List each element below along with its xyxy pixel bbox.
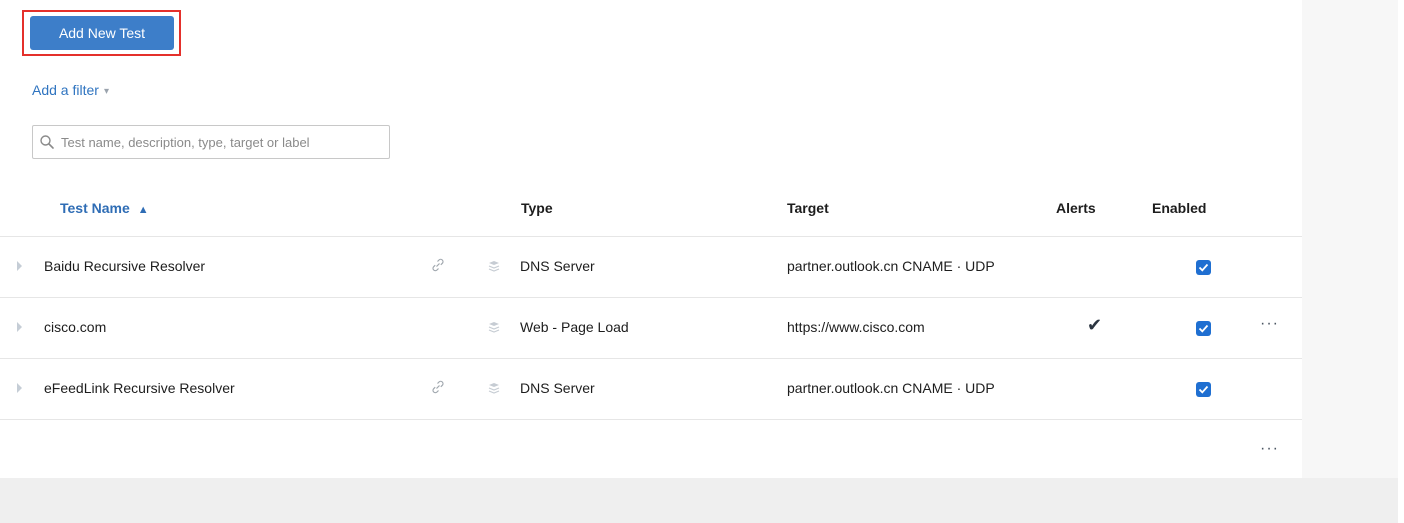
link-icon[interactable] [430, 379, 446, 395]
link-icon[interactable] [430, 257, 446, 273]
table-row[interactable]: Baidu Recursive Resolver DNS Server part… [0, 236, 1302, 296]
test-type: Web - Page Load [520, 319, 629, 335]
add-filter-link[interactable]: Add a filter ▾ [32, 82, 109, 98]
table-more-actions-icon[interactable]: ··· [1260, 440, 1279, 458]
column-header-type: Type [521, 200, 553, 216]
test-name: cisco.com [44, 319, 107, 335]
test-name: eFeedLink Recursive Resolver [44, 380, 235, 396]
enabled-checkbox[interactable] [1196, 260, 1211, 275]
search-box [32, 125, 390, 159]
test-target: partner.outlook.cn CNAME · UDP [787, 258, 995, 274]
column-header-test-name-label: Test Name [60, 200, 130, 216]
column-header-alerts: Alerts [1056, 200, 1096, 216]
expand-row-icon[interactable] [17, 261, 22, 271]
column-header-test-name[interactable]: Test Name ▲ [60, 200, 149, 216]
row-more-actions-icon[interactable]: ··· [1260, 315, 1279, 333]
table-row[interactable]: cisco.com Web - Page Load https://www.ci… [0, 297, 1302, 357]
layers-icon [488, 381, 500, 394]
chevron-down-icon: ▾ [103, 85, 109, 97]
layers-icon [488, 259, 500, 272]
column-header-target: Target [787, 200, 829, 216]
right-edge-strip [1398, 0, 1404, 523]
enabled-checkbox[interactable] [1196, 382, 1211, 397]
table-bottom-divider [0, 419, 1302, 420]
sort-ascending-icon: ▲ [137, 204, 149, 216]
layers-icon [488, 320, 500, 333]
column-header-enabled: Enabled [1152, 200, 1207, 216]
alerts-check-icon: ✔ [1087, 315, 1103, 335]
expand-row-icon[interactable] [17, 383, 22, 393]
test-type: DNS Server [520, 258, 595, 274]
table-row[interactable]: eFeedLink Recursive Resolver DNS Server … [0, 358, 1302, 418]
test-type: DNS Server [520, 380, 595, 396]
search-icon [39, 134, 55, 150]
add-new-test-button[interactable]: Add New Test [30, 16, 174, 50]
expand-row-icon[interactable] [17, 322, 22, 332]
search-input[interactable] [61, 126, 381, 158]
enabled-checkbox[interactable] [1196, 321, 1211, 336]
test-name: Baidu Recursive Resolver [44, 258, 206, 274]
add-filter-label: Add a filter [32, 82, 99, 98]
test-target: partner.outlook.cn CNAME · UDP [787, 380, 995, 396]
right-gutter [1302, 0, 1404, 478]
test-target: https://www.cisco.com [787, 319, 925, 335]
